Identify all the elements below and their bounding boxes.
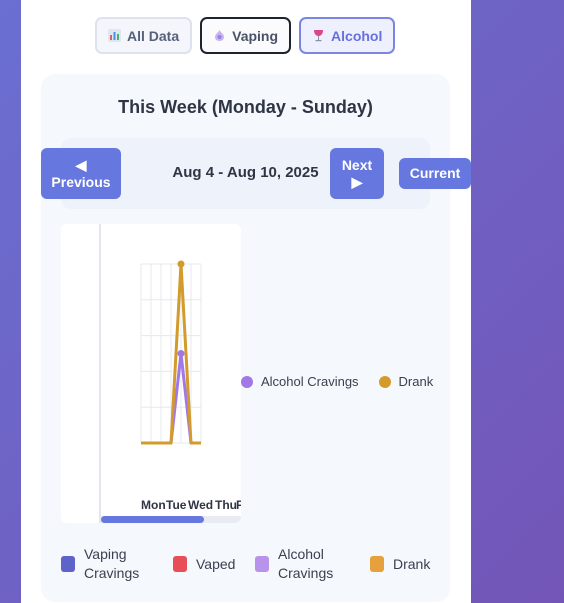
legend-dot-drank: [378, 375, 391, 388]
legend-item-alcohol-cravings[interactable]: Alcohol Cravings: [241, 374, 359, 389]
right-arrow-icon: ▶: [351, 173, 363, 190]
legend-alcohol-cravings-label: Alcohol Cravings: [278, 546, 334, 581]
filter-bar: All Data Vaping Alcohol: [95, 17, 396, 54]
swatch-alcohol-cravings: [255, 556, 269, 572]
legend-vaped[interactable]: Vaped: [173, 545, 235, 583]
legend-vaped-label: Vaped: [196, 555, 236, 572]
x-tick-label-mon: Mon: [141, 498, 166, 512]
chart-legend: Alcohol Cravings Drank: [241, 374, 433, 389]
x-tick-label-tue: Tue: [166, 498, 187, 512]
chart-container: Mon Tue Wed Thu F: [61, 224, 241, 523]
swatch-vaped: [173, 556, 187, 572]
legend-label-alcohol-cravings: Alcohol Cravings: [261, 374, 359, 389]
filter-alcohol-label: Alcohol: [331, 27, 383, 44]
legend-vaping-cravings-label: Vaping Cravings: [84, 546, 140, 581]
chart-left-rule: [99, 224, 101, 523]
filter-all-data-button[interactable]: All Data: [95, 17, 193, 54]
week-title: This Week (Monday - Sunday): [118, 97, 373, 117]
legend-dot-alcohol-cravings: [241, 375, 253, 388]
weekly-panel: This Week (Monday - Sunday) Aug 4 - Aug …: [41, 74, 471, 602]
filter-alcohol-button[interactable]: Alcohol: [299, 17, 396, 54]
legend-label-drank: Drank: [398, 374, 434, 389]
current-week-button[interactable]: Current: [399, 158, 471, 189]
x-tick-label-f: F: [236, 498, 241, 512]
previous-week-button[interactable]: ◀ Previous: [41, 148, 121, 199]
x-tick-label-thu: Thu: [215, 498, 237, 512]
bar-chart-icon: [108, 29, 121, 42]
main-card: All Data Vaping Alcohol This Week (Monda…: [21, 0, 471, 603]
filter-vaping-label: Vaping: [232, 27, 279, 44]
swatch-drank: [370, 556, 384, 572]
filter-vaping-button[interactable]: Vaping: [200, 17, 292, 54]
filter-all-data-label: All Data: [127, 27, 180, 44]
vape-icon: [213, 29, 226, 42]
legend-drank[interactable]: Drank: [370, 545, 430, 583]
chart-scrollbar[interactable]: [101, 516, 204, 523]
next-week-button[interactable]: Next ▶: [330, 148, 384, 199]
legend-drank-label: Drank: [393, 555, 431, 572]
legend-item-drank[interactable]: Drank: [378, 374, 434, 389]
data-point-alcohol-cravings: [177, 350, 185, 357]
legend-alcohol-cravings[interactable]: Alcohol Cravings: [255, 545, 342, 583]
legend-vaping-cravings[interactable]: Vaping Cravings: [61, 545, 156, 583]
previous-label: Previous: [51, 173, 111, 190]
next-label: Next: [341, 156, 373, 173]
current-label: Current: [409, 165, 461, 181]
category-legend: Vaping Cravings Vaped Alcohol Cravings D…: [61, 545, 451, 585]
wine-glass-icon: [312, 29, 325, 42]
week-navigation: Aug 4 - Aug 10, 2025 ◀ Previous Next ▶ C…: [41, 138, 471, 209]
weekly-line-chart: Mon Tue Wed Thu F: [140, 260, 241, 512]
x-tick-label-wed: Wed: [188, 498, 213, 512]
data-point-drank: [177, 260, 185, 268]
swatch-vaping-cravings: [61, 556, 75, 572]
left-arrow-icon: ◀: [75, 156, 87, 173]
